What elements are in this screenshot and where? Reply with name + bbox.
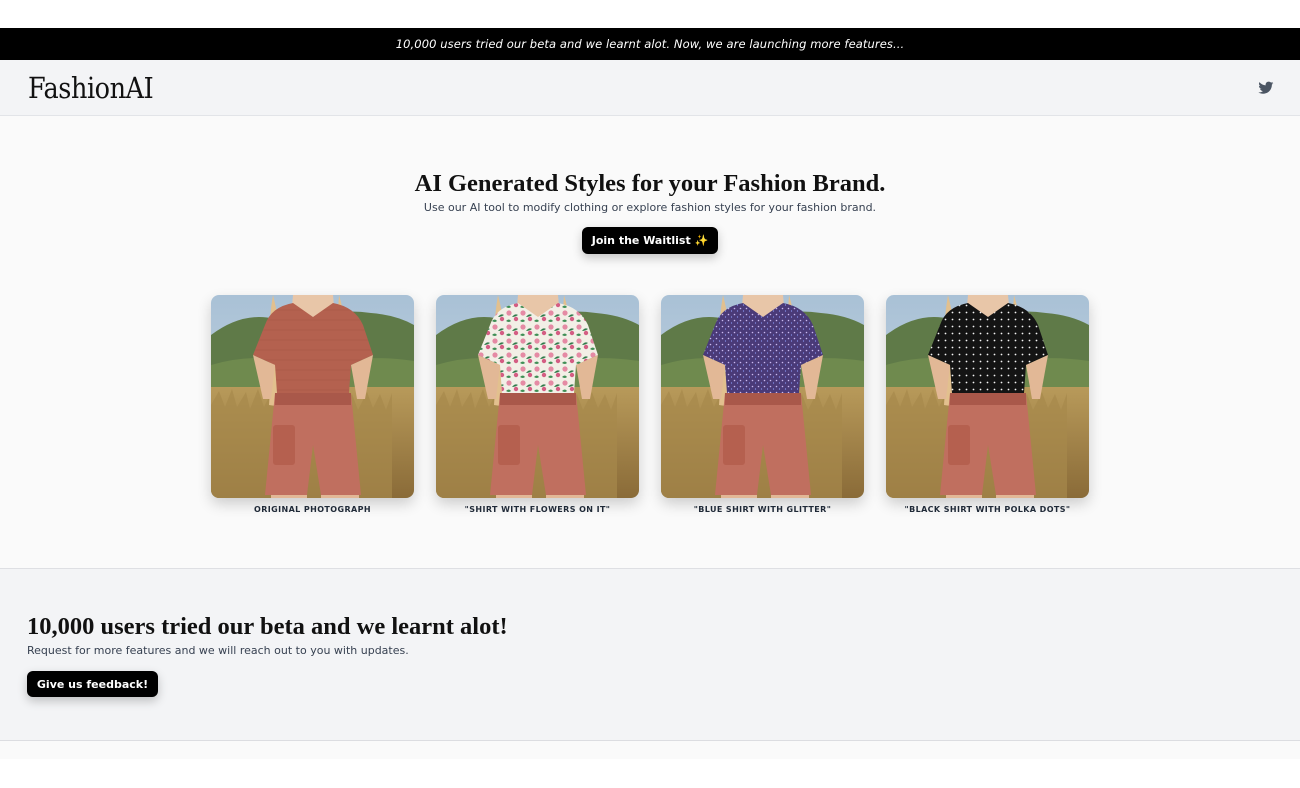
polka-shirt-photo — [886, 295, 1089, 498]
beta-subtitle: Request for more features and we will re… — [27, 644, 409, 657]
join-waitlist-button[interactable]: Join the Waitlist ✨ — [582, 227, 718, 254]
announcement-bar: 10,000 users tried our beta and we learn… — [0, 28, 1300, 60]
style-caption: ORIGINAL PHOTOGRAPH — [254, 505, 371, 514]
give-feedback-button[interactable]: Give us feedback! — [27, 671, 158, 697]
style-card: "BLACK SHIRT WITH POLKA DOTS" — [886, 295, 1089, 514]
beta-title: 10,000 users tried our beta and we learn… — [27, 613, 508, 640]
hero-subtitle: Use our AI tool to modify clothing or ex… — [423, 201, 877, 214]
style-card: "SHIRT WITH FLOWERS ON IT" — [436, 295, 639, 514]
style-caption: "BLACK SHIRT WITH POLKA DOTS" — [904, 505, 1071, 514]
twitter-icon[interactable] — [1258, 80, 1274, 96]
announcement-text: 10,000 users tried our beta and we learn… — [395, 37, 905, 51]
footer — [0, 741, 1300, 759]
glitter-shirt-photo — [661, 295, 864, 498]
style-card: ORIGINAL PHOTOGRAPH — [211, 295, 414, 514]
style-caption: "BLUE SHIRT WITH GLITTER" — [693, 505, 832, 514]
beta-section: 10,000 users tried our beta and we learn… — [0, 569, 1300, 741]
style-caption: "SHIRT WITH FLOWERS ON IT" — [464, 505, 611, 514]
style-card: "BLUE SHIRT WITH GLITTER" — [661, 295, 864, 514]
logo[interactable]: FashionAI — [28, 71, 154, 105]
hero-section: AI Generated Styles for your Fashion Bra… — [0, 116, 1300, 569]
original-photo — [211, 295, 414, 498]
navbar: FashionAI — [0, 60, 1300, 116]
flowers-shirt-photo — [436, 295, 639, 498]
hero-title: AI Generated Styles for your Fashion Bra… — [414, 170, 886, 197]
